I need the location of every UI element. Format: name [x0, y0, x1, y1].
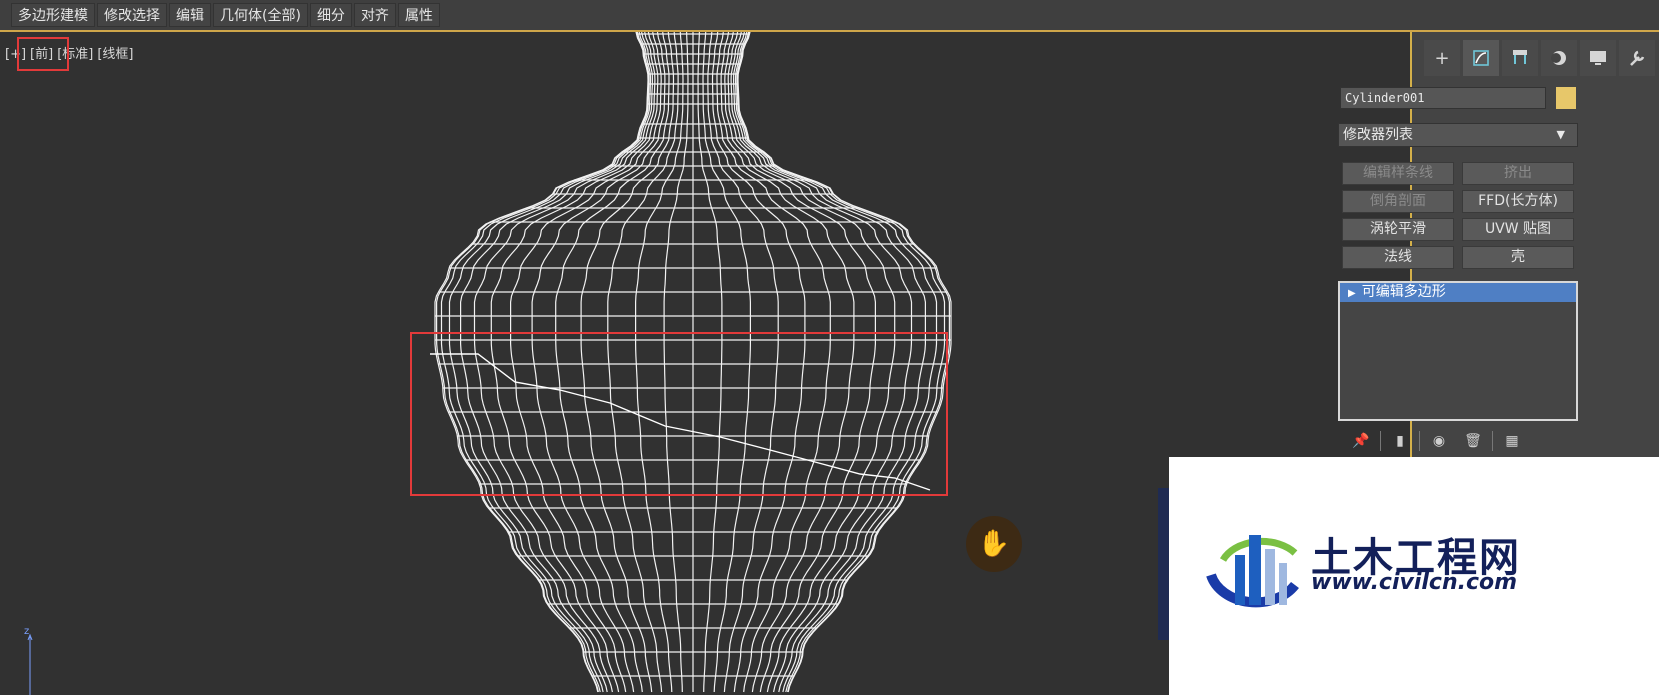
wireframe-meridian — [607, 32, 679, 693]
modifier-button-normal[interactable]: 法线 — [1342, 246, 1454, 269]
stack-item-editable-poly[interactable]: ▶ 可编辑多边形 — [1340, 283, 1576, 302]
configure-modifier-sets-icon[interactable]: ▦ — [1495, 431, 1529, 451]
pan-hand-icon: ✋ — [966, 516, 1022, 572]
modifier-button-extrude[interactable]: 挤出 — [1462, 162, 1574, 185]
wireframe-meridian — [490, 32, 659, 693]
object-color-swatch[interactable] — [1556, 87, 1576, 109]
wireframe-meridian — [697, 32, 723, 693]
pin-stack-icon[interactable]: 📌 — [1344, 431, 1378, 451]
modifier-button-shell[interactable]: 壳 — [1462, 246, 1574, 269]
wireframe-meridian — [716, 32, 831, 693]
civilcn-logo-icon — [1206, 535, 1299, 608]
viewport-label: [+] [前] [标准] [线框] — [5, 43, 138, 62]
make-unique-icon[interactable]: ◉ — [1422, 431, 1456, 451]
axis-gizmo: z — [24, 626, 29, 637]
toolbar-divider — [1419, 431, 1420, 451]
modifier-button-turbosmooth[interactable]: 涡轮平滑 — [1342, 218, 1454, 241]
object-name-field[interactable]: Cylinder001 — [1340, 87, 1546, 109]
stack-item-label: 可编辑多边形 — [1361, 284, 1446, 300]
modifier-list-label: 修改器列表 — [1343, 127, 1413, 143]
modifier-button-bevel-profile[interactable]: 倒角剖面 — [1342, 190, 1454, 213]
modifier-button-uvw-map[interactable]: UVW 贴图 — [1462, 218, 1574, 241]
menu-subdivision[interactable]: 细分 — [309, 3, 352, 27]
menu-properties[interactable]: 属性 — [397, 3, 440, 27]
modifier-list-dropdown[interactable]: 修改器列表 ▼ — [1338, 123, 1578, 147]
utilities-icon[interactable] — [1619, 40, 1655, 76]
axis-z-line — [27, 633, 33, 695]
menu-edit[interactable]: 编辑 — [169, 3, 211, 27]
watermark-url: www.civilcn.com — [1311, 570, 1518, 595]
wireframe-meridian — [434, 32, 649, 693]
motion-icon[interactable] — [1541, 40, 1577, 76]
chevron-down-icon: ▼ — [1556, 128, 1565, 141]
hierarchy-icon[interactable] — [1502, 40, 1538, 76]
display-icon[interactable] — [1580, 40, 1616, 76]
modifier-button-edit-spline[interactable]: 编辑样条线 — [1342, 162, 1454, 185]
expand-triangle-icon[interactable]: ▶ — [1348, 288, 1356, 299]
axis-z-label: z — [24, 626, 30, 637]
wireframe-meridian — [734, 32, 938, 693]
toolbar-divider — [1492, 431, 1493, 451]
modify-icon[interactable] — [1463, 40, 1499, 76]
wireframe-meridian — [663, 32, 689, 693]
wireframe-meridian — [736, 32, 946, 693]
menu-modify-selection[interactable]: 修改选择 — [97, 3, 167, 27]
wireframe-meridian — [737, 32, 952, 693]
wireframe-meridian — [727, 32, 896, 693]
create-icon[interactable]: + — [1424, 40, 1460, 76]
watermark-overlay: 土木工程网 www.civilcn.com — [1169, 457, 1659, 695]
viewport-display-label[interactable]: [线框] — [97, 47, 133, 62]
viewport-menu-plus[interactable]: [+] — [5, 47, 26, 62]
show-end-result-icon[interactable]: ▮ — [1383, 431, 1417, 451]
wireframe-meridian — [436, 32, 649, 693]
modifier-stack: ▶ 可编辑多边形 — [1338, 281, 1578, 421]
menu-geometry-all[interactable]: 几何体(全部) — [213, 3, 308, 27]
remove-modifier-icon[interactable]: 🗑 — [1456, 431, 1490, 451]
modifier-stack-toolbar: 📌 ▮ ◉ 🗑 ▦ — [1344, 431, 1529, 451]
wireframe-meridian — [440, 32, 650, 693]
viewport-shading-label[interactable]: [标准] — [57, 47, 93, 62]
ribbon-menubar: 多边形建模 修改选择 编辑 几何体(全部) 细分 对齐 属性 — [0, 0, 1659, 32]
command-panel-tabs: + — [1424, 40, 1658, 76]
wireframe-meridian — [707, 32, 779, 693]
viewport-pov-label[interactable]: [前] — [30, 47, 53, 62]
toolbar-divider — [1380, 431, 1381, 451]
wireframe-meridian — [448, 32, 652, 693]
modifier-button-ffd-box[interactable]: FFD(长方体) — [1462, 190, 1574, 213]
menu-align[interactable]: 对齐 — [353, 3, 396, 27]
wireframe-meridian — [732, 32, 926, 693]
menu-polygon-modeling[interactable]: 多边形建模 — [11, 3, 95, 27]
wireframe-meridian — [737, 32, 950, 693]
wireframe-meridian — [555, 32, 670, 693]
